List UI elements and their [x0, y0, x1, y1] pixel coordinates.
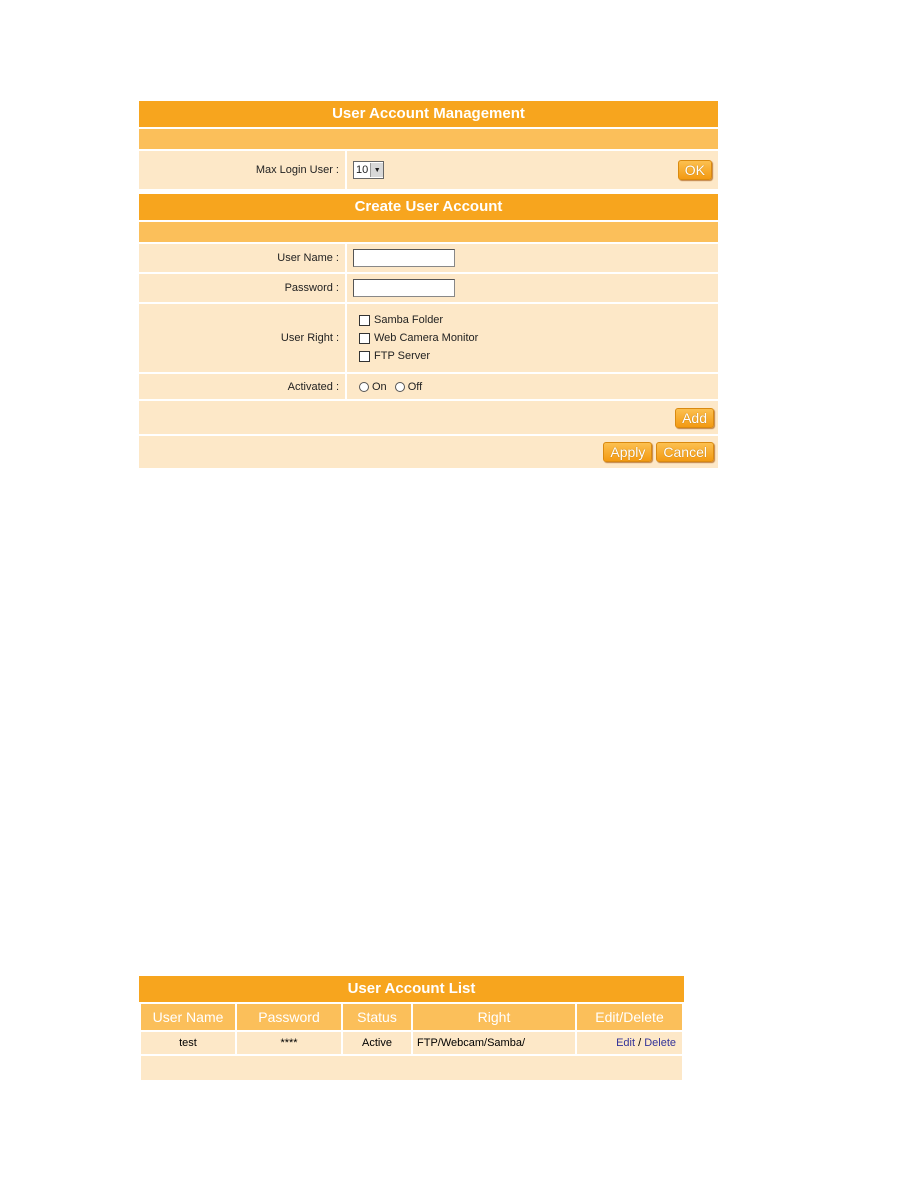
max-login-label: Max Login User : [139, 151, 347, 189]
empty-cell [139, 1054, 684, 1082]
password-row: Password : [139, 274, 718, 304]
user-right-row: User Right : Samba Folder Web Camera Mon… [139, 304, 718, 374]
activated-on-radio[interactable]: On [359, 381, 387, 393]
samba-folder-checkbox[interactable]: Samba Folder [359, 314, 443, 326]
activated-label: Activated : [139, 374, 347, 399]
delete-link[interactable]: Delete [644, 1037, 676, 1049]
cell-right: FTP/Webcam/Samba/ [411, 1030, 577, 1056]
apply-cancel-row: Apply Cancel [139, 436, 718, 468]
empty-row [139, 1054, 684, 1082]
cell-status: Active [341, 1030, 413, 1056]
col-status: Status [341, 1004, 413, 1032]
activated-row: Activated : On Off [139, 374, 718, 401]
activated-off-radio[interactable]: Off [394, 380, 423, 393]
username-row: User Name : [139, 244, 718, 274]
list-title: User Account List [139, 976, 684, 1004]
checkbox-icon [359, 350, 370, 362]
table-row: test **** Active FTP/Webcam/Samba/ Edit … [139, 1030, 684, 1056]
max-login-row: Max Login User : 10 ▼ OK [139, 151, 718, 191]
off-label: Off [407, 380, 423, 393]
col-password: Password [235, 1004, 343, 1032]
radio-icon [394, 381, 405, 392]
chevron-down-icon: ▼ [370, 163, 384, 177]
checkbox-icon [359, 332, 370, 344]
username-label: User Name : [139, 244, 347, 272]
on-label: On [372, 380, 387, 393]
uam-title: User Account Management [139, 101, 718, 129]
web-camera-monitor-checkbox[interactable]: Web Camera Monitor [359, 332, 478, 344]
apply-button[interactable]: Apply [603, 442, 653, 462]
create-title: Create User Account [139, 194, 718, 222]
user-account-management-panel: User Account Management Max Login User :… [139, 101, 718, 191]
password-input[interactable] [353, 279, 455, 297]
uam-subheader [139, 129, 718, 151]
username-input[interactable] [353, 249, 455, 267]
col-right: Right [411, 1004, 577, 1032]
cell-password: **** [235, 1030, 343, 1056]
password-label: Password : [139, 274, 347, 302]
max-login-selected-value: 10 [356, 164, 369, 176]
col-edit-delete: Edit/Delete [575, 1004, 684, 1032]
cell-edit-delete: Edit / Delete [575, 1030, 684, 1056]
ok-button[interactable]: OK [677, 160, 712, 180]
create-user-account-panel: Create User Account User Name : Password… [139, 194, 718, 468]
user-right-label: User Right : [139, 304, 347, 372]
table-header-row: User Name Password Status Right Edit/Del… [139, 1004, 684, 1032]
samba-folder-label: Samba Folder [374, 314, 444, 326]
add-row: Add [139, 401, 718, 436]
create-subheader [139, 222, 718, 244]
web-camera-monitor-label: Web Camera Monitor [374, 332, 479, 344]
cancel-button[interactable]: Cancel [656, 442, 714, 462]
ftp-server-checkbox[interactable]: FTP Server [359, 350, 430, 362]
col-user-name: User Name [139, 1004, 237, 1032]
separator: / [635, 1037, 645, 1049]
add-button[interactable]: Add [675, 407, 714, 428]
max-login-select[interactable]: 10 ▼ [353, 161, 385, 179]
radio-icon [359, 381, 369, 392]
ftp-server-label: FTP Server [374, 350, 431, 362]
user-account-table: User Name Password Status Right Edit/Del… [139, 1004, 684, 1082]
user-account-list-panel: User Account List User Name Password Sta… [139, 976, 684, 1082]
edit-link[interactable]: Edit [616, 1037, 635, 1049]
cell-user-name: test [139, 1030, 237, 1056]
checkbox-icon [359, 314, 370, 326]
max-login-value-cell: 10 ▼ OK [347, 151, 718, 189]
